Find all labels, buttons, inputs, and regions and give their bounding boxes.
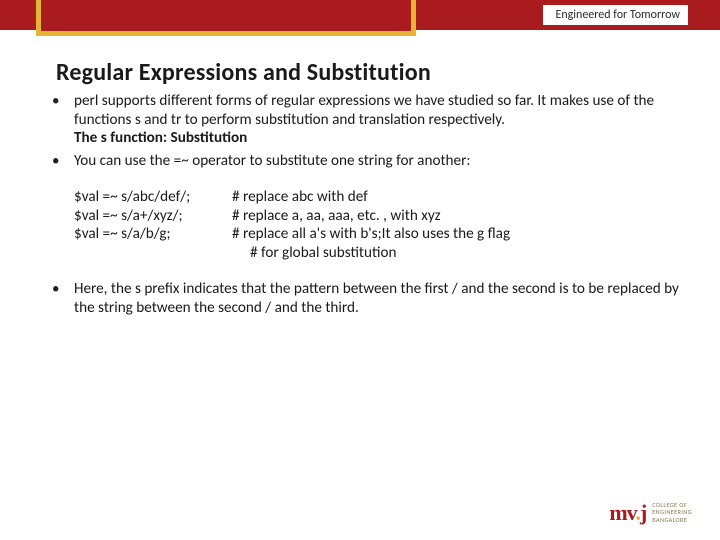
content-body: perl supports different forms of regular… xyxy=(40,92,684,321)
code-3-right: # replace all a's with b's;It also uses … xyxy=(224,225,510,244)
logo-mark: mv.j xyxy=(609,502,646,524)
code-block: $val =~ s/abc/def/; # replace abc with d… xyxy=(74,188,684,262)
bullet-item-2: You can use the =~ operator to substitut… xyxy=(40,152,684,171)
code-row-1: $val =~ s/abc/def/; # replace abc with d… xyxy=(74,188,684,207)
code-row-3: $val =~ s/a/b/g; # replace all a's with … xyxy=(74,225,684,244)
bullet-1-subhead: The s function: Substitution xyxy=(74,129,684,148)
code-3-left: $val =~ s/a/b/g; xyxy=(74,225,224,244)
header-notch xyxy=(36,0,416,36)
bullet-1-text: perl supports different forms of regular… xyxy=(74,92,684,129)
bullet-item-1: perl supports different forms of regular… xyxy=(40,92,684,148)
header-tagline: Engineered for Tomorrow xyxy=(543,5,688,25)
code-1-right: # replace abc with def xyxy=(224,188,368,207)
code-3-cont: # for global substitution xyxy=(250,244,684,263)
code-2-left: $val =~ s/a+/xyz/; xyxy=(74,207,224,226)
bullet-3-text: Here, the s prefix indicates that the pa… xyxy=(74,280,679,317)
code-2-right: # replace a, aa, aaa, etc. , with xyz xyxy=(224,207,441,226)
bullet-list: perl supports different forms of regular… xyxy=(40,92,684,170)
logo-text: COLLEGE OF ENGINEERING BANGALORE xyxy=(652,502,692,523)
logo-letter-m: m xyxy=(609,500,626,525)
bullet-list-2: Here, the s prefix indicates that the pa… xyxy=(40,280,684,317)
bullet-item-3: Here, the s prefix indicates that the pa… xyxy=(40,280,684,317)
page-title: Regular Expressions and Substitution xyxy=(56,58,431,87)
code-1-left: $val =~ s/abc/def/; xyxy=(74,188,224,207)
logo-line-3: BANGALORE xyxy=(652,516,687,524)
code-row-2: $val =~ s/a+/xyz/; # replace a, aa, aaa,… xyxy=(74,207,684,226)
logo-letter-j: j xyxy=(640,500,646,525)
footer-logo: mv.j COLLEGE OF ENGINEERING BANGALORE xyxy=(609,502,692,524)
bullet-2-text: You can use the =~ operator to substitut… xyxy=(74,152,470,170)
